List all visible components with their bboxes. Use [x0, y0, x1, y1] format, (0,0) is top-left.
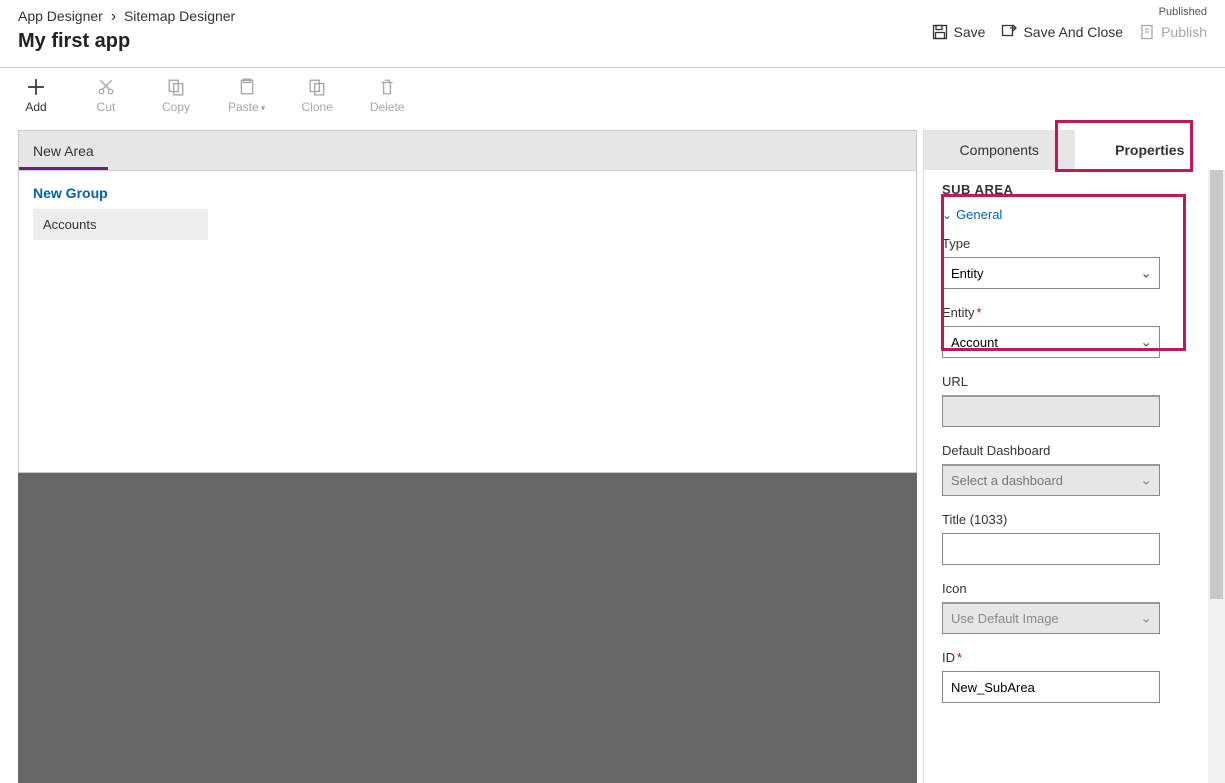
- field-dashboard: Default Dashboard ⌄: [942, 443, 1207, 496]
- save-icon: [932, 24, 948, 40]
- field-entity: Entity* ⌄: [942, 305, 1207, 358]
- label-entity: Entity*: [942, 305, 1207, 320]
- clone-icon: [308, 78, 326, 96]
- field-type: Type ⌄: [942, 236, 1207, 289]
- id-input[interactable]: [942, 671, 1160, 703]
- field-icon: Icon ⌄: [942, 581, 1207, 634]
- publish-icon: [1139, 24, 1155, 40]
- entity-select[interactable]: [942, 326, 1160, 358]
- status-label: Published: [932, 6, 1207, 18]
- canvas-filler: [18, 473, 917, 783]
- group-title[interactable]: New Group: [33, 185, 902, 201]
- cut-icon: [97, 78, 115, 96]
- field-id: ID*: [942, 650, 1207, 703]
- paste-icon: [238, 78, 256, 96]
- save-button[interactable]: Save: [932, 24, 986, 40]
- header: App Designer › Sitemap Designer My first…: [0, 0, 1225, 68]
- tab-components[interactable]: Components: [924, 130, 1075, 170]
- chevron-down-icon: ⌄: [942, 208, 952, 222]
- field-title: Title (1033): [942, 512, 1207, 565]
- delete-button: Delete: [369, 78, 405, 114]
- copy-button: Copy: [158, 78, 194, 114]
- cut-button: Cut: [88, 78, 124, 114]
- trash-icon: [378, 78, 396, 96]
- type-select[interactable]: [942, 257, 1160, 289]
- properties-panel: SUB AREA ⌄ General Type ⌄ Entity* ⌄: [924, 170, 1225, 783]
- copy-icon: [167, 78, 185, 96]
- panel-title: SUB AREA: [942, 182, 1207, 197]
- scrollbar[interactable]: [1208, 170, 1225, 783]
- subarea-item[interactable]: Accounts: [33, 209, 208, 240]
- label-icon: Icon: [942, 581, 1207, 596]
- icon-select: [942, 602, 1160, 634]
- area-tab[interactable]: New Area: [19, 131, 108, 170]
- url-input: [942, 395, 1160, 427]
- save-and-close-button[interactable]: Save And Close: [1001, 24, 1123, 40]
- clone-button: Clone: [299, 78, 335, 114]
- toolbar: Add Cut Copy Paste▾ Clone Delete: [0, 68, 1225, 120]
- field-url: URL: [942, 374, 1207, 427]
- breadcrumb-item-2[interactable]: Sitemap Designer: [124, 8, 235, 24]
- section-general[interactable]: ⌄ General: [942, 207, 1207, 222]
- breadcrumb-item-1[interactable]: App Designer: [18, 8, 103, 24]
- dashboard-select: [942, 464, 1160, 496]
- paste-button: Paste▾: [228, 78, 265, 114]
- label-dashboard: Default Dashboard: [942, 443, 1207, 458]
- label-id: ID*: [942, 650, 1207, 665]
- label-title: Title (1033): [942, 512, 1207, 527]
- save-close-icon: [1001, 24, 1017, 40]
- add-button[interactable]: Add: [18, 78, 54, 114]
- area-row: New Area: [19, 131, 916, 171]
- plus-icon: [27, 78, 45, 96]
- group: New Group Accounts: [19, 171, 916, 254]
- side-panel: Components Properties SUB AREA ⌄ General…: [923, 130, 1225, 783]
- tab-properties[interactable]: Properties: [1075, 130, 1225, 170]
- label-url: URL: [942, 374, 1207, 389]
- scrollbar-thumb[interactable]: [1210, 170, 1223, 599]
- publish-button: Publish: [1139, 24, 1207, 40]
- breadcrumb-separator: ›: [111, 8, 116, 25]
- sitemap-canvas[interactable]: New Area New Group Accounts: [18, 130, 917, 473]
- canvas-wrap: New Area New Group Accounts: [0, 130, 917, 783]
- side-tabs: Components Properties: [924, 130, 1225, 170]
- title-input[interactable]: [942, 533, 1160, 565]
- label-type: Type: [942, 236, 1207, 251]
